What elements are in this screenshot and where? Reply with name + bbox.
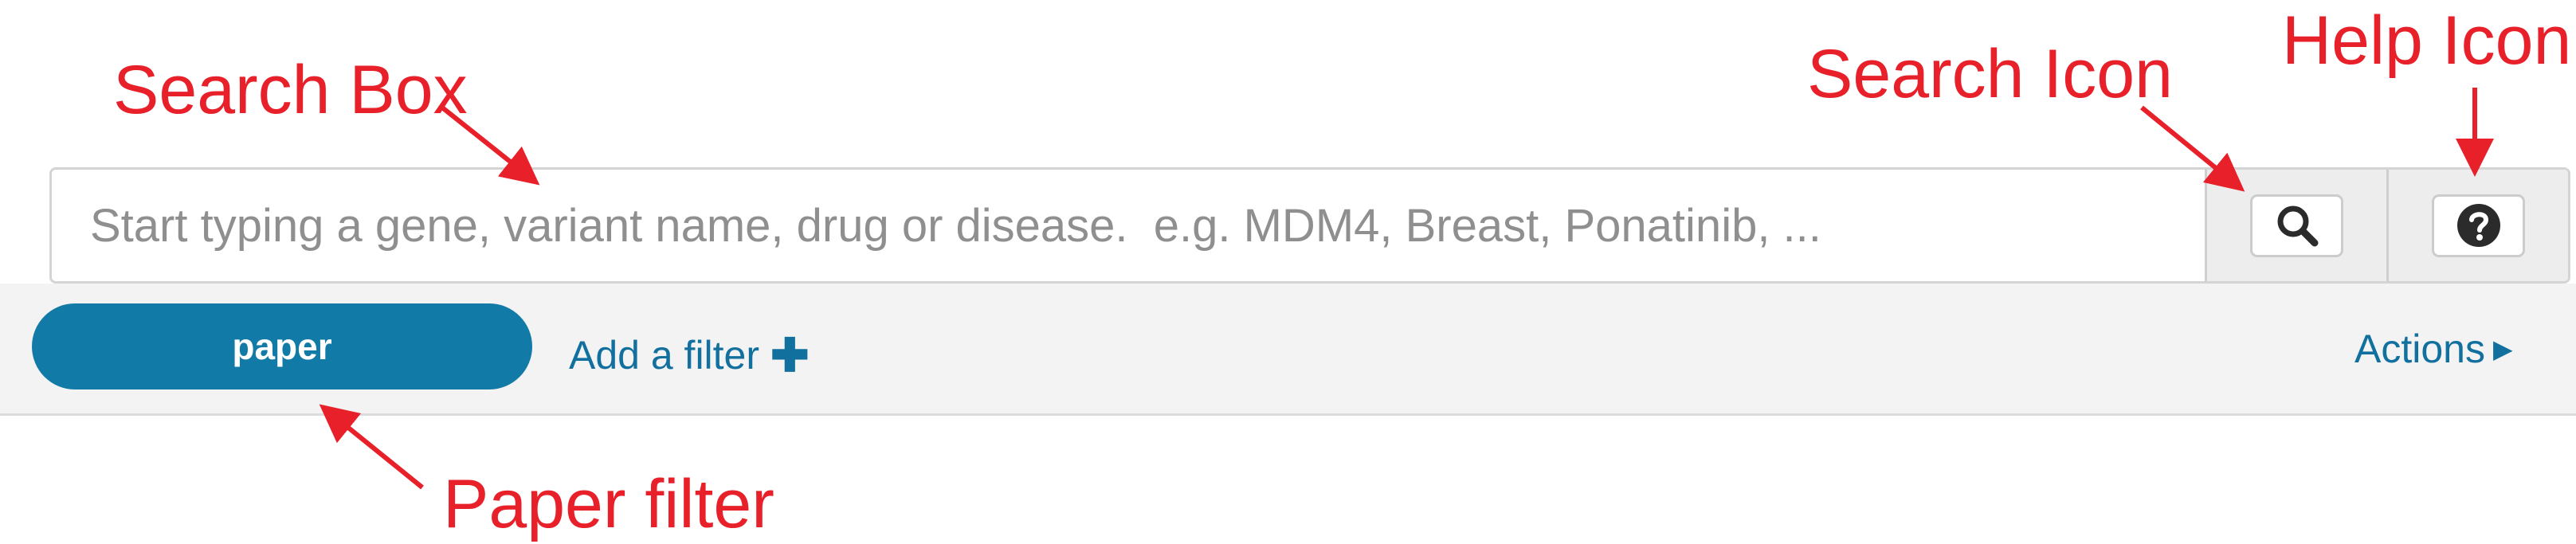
annotation-arrows [319, 88, 2494, 490]
arrow-search-icon [2140, 105, 2245, 192]
arrow-paper-filter [319, 404, 424, 490]
arrow-search-box [441, 105, 540, 186]
